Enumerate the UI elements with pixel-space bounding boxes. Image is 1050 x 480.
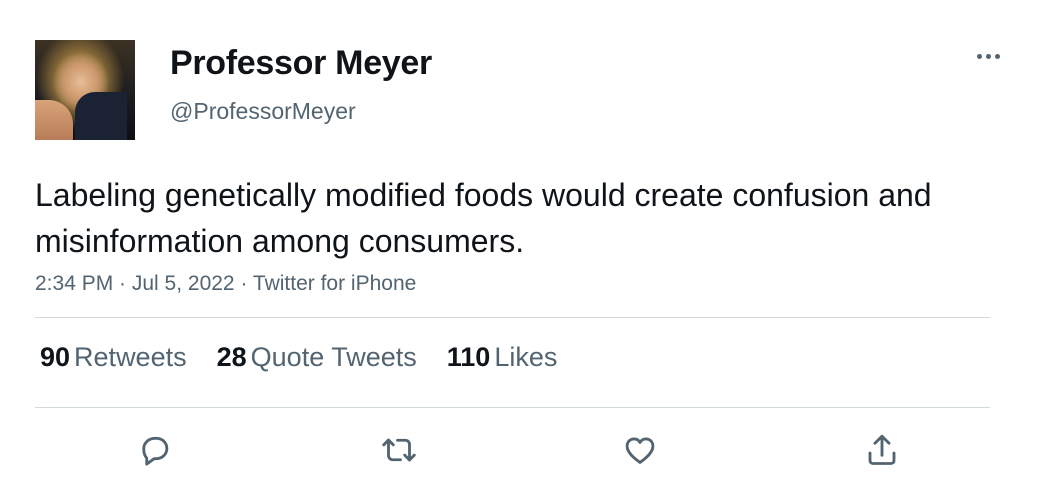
avatar-shoulder bbox=[35, 100, 73, 140]
share-button[interactable] bbox=[860, 428, 904, 472]
avatar-clothing bbox=[75, 92, 127, 140]
likes-stat[interactable]: 110 Likes bbox=[447, 342, 558, 373]
reply-icon bbox=[142, 436, 169, 466]
quote-tweets-count: 28 bbox=[216, 342, 247, 372]
action-bar bbox=[0, 428, 1050, 472]
avatar[interactable] bbox=[35, 40, 135, 140]
likes-count: 110 bbox=[446, 342, 491, 372]
quote-tweets-stat[interactable]: 28 Quote Tweets bbox=[217, 342, 417, 373]
engagement-stats: 90 Retweets 28 Quote Tweets 110 Likes bbox=[40, 342, 557, 373]
reply-button[interactable] bbox=[133, 428, 177, 472]
retweet-button[interactable] bbox=[377, 428, 421, 472]
author-name[interactable]: Professor Meyer bbox=[170, 44, 432, 83]
more-dot bbox=[976, 53, 982, 59]
like-button[interactable] bbox=[618, 428, 662, 472]
retweets-count: 90 bbox=[40, 342, 71, 372]
tweet-text: Labeling genetically modified foods woul… bbox=[35, 177, 932, 259]
more-dot bbox=[985, 53, 991, 59]
likes-label: Likes bbox=[494, 342, 558, 372]
divider-top bbox=[35, 317, 990, 318]
share-icon bbox=[868, 434, 896, 465]
more-dot bbox=[994, 53, 1000, 59]
retweets-label: Retweets bbox=[74, 342, 187, 372]
author-handle[interactable]: @ProfessorMeyer bbox=[170, 98, 356, 125]
heart-icon bbox=[625, 437, 655, 464]
divider-bottom bbox=[35, 407, 990, 408]
tweet-meta: 2:34 PM · Jul 5, 2022 · Twitter for iPho… bbox=[35, 272, 417, 295]
retweet-icon bbox=[382, 438, 416, 462]
tweet-card: Professor Meyer @ProfessorMeyer Labeling… bbox=[0, 0, 1050, 480]
retweets-stat[interactable]: 90 Retweets bbox=[40, 342, 187, 373]
more-horizontal-icon[interactable] bbox=[972, 46, 1004, 66]
quote-tweets-label: Quote Tweets bbox=[250, 342, 417, 372]
